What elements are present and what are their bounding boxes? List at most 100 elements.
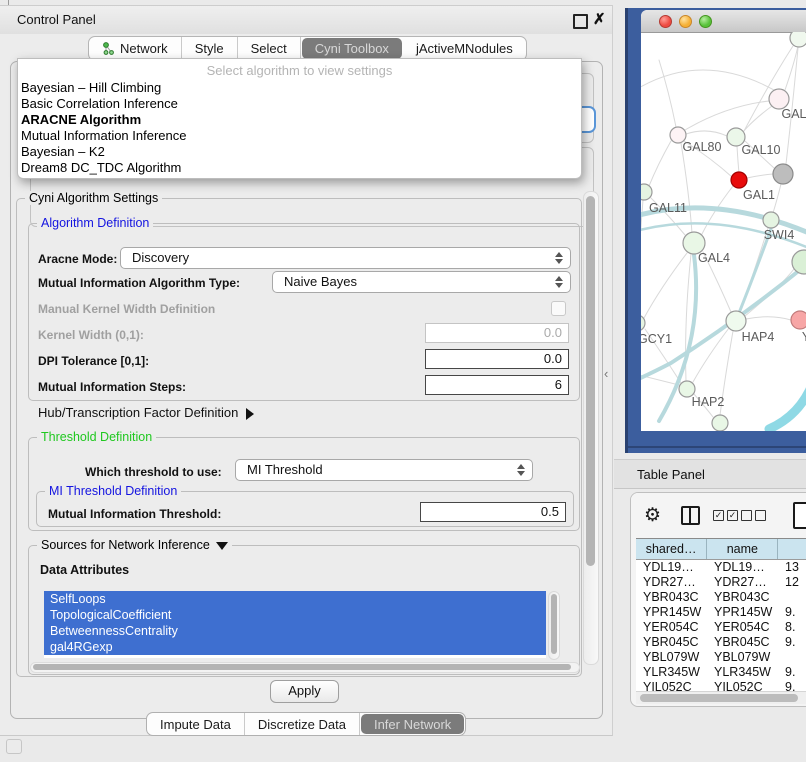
network-node[interactable]	[792, 250, 806, 274]
table-row[interactable]: YDR27…YDR27…12	[636, 575, 806, 590]
sources-title: Sources for Network Inference	[41, 538, 210, 552]
group-title: Cyni Algorithm Settings	[25, 191, 162, 205]
traffic-light-zoom-icon[interactable]	[699, 15, 712, 28]
corner-grip-icon[interactable]	[6, 739, 22, 754]
select-all-icon[interactable]: ✓ ✓	[713, 510, 738, 521]
table-row[interactable]: YLR345WYLR345W9.	[636, 665, 806, 680]
network-edge	[746, 317, 791, 320]
traffic-light-close-icon[interactable]	[659, 15, 672, 28]
table-cell: 9.	[778, 665, 806, 680]
dropdown-item[interactable]: Bayesian – K2	[18, 144, 581, 160]
node-label: GAL11	[649, 201, 687, 215]
tab-label: Cyni Toolbox	[315, 41, 389, 56]
attributes-scrollbar-thumb[interactable]	[551, 594, 557, 654]
column-header[interactable]: shared…	[636, 539, 707, 559]
bottom-tab-discretize-data[interactable]: Discretize Data	[245, 713, 360, 735]
dpi-tolerance-field[interactable]: 0.0	[425, 349, 569, 369]
table-horizontal-scrollbar[interactable]	[636, 691, 806, 704]
table-row[interactable]: YER054CYER054C8.	[636, 620, 806, 635]
node-label: Y	[802, 330, 806, 344]
column-manager-icon[interactable]	[681, 506, 700, 525]
mi-algorithm-type-combo[interactable]: Naive Bayes	[272, 271, 571, 293]
network-node-gal[interactable]	[769, 89, 789, 109]
attribute-list-item[interactable]: SelfLoops	[44, 591, 546, 607]
aracne-mode-value: Discovery	[132, 250, 189, 265]
which-threshold-combo[interactable]: MI Threshold	[235, 459, 533, 481]
node-table: shared…name YDL19…YDL19…13YDR27…YDR27…12…	[636, 538, 806, 695]
mi-type-label: Mutual Information Algorithm Type:	[38, 276, 240, 290]
table-cell: YDL19…	[636, 560, 707, 575]
document-icon[interactable]	[793, 502, 806, 529]
table-row[interactable]: YBR043CYBR043C	[636, 590, 806, 605]
network-node-hap4[interactable]	[726, 311, 746, 331]
network-node[interactable]	[790, 32, 806, 47]
table-row[interactable]: YDL19…YDL19…13	[636, 560, 806, 575]
node-label: GCY1	[641, 332, 672, 346]
dropdown-item[interactable]: Bayesian – Hill Climbing	[18, 80, 581, 96]
network-node-y[interactable]	[791, 311, 806, 329]
network-node[interactable]	[773, 164, 793, 184]
dropdown-item[interactable]: Basic Correlation Inference	[18, 96, 581, 112]
group-title: Threshold Definition	[37, 430, 156, 444]
network-edge	[659, 60, 676, 127]
column-header[interactable]: name	[707, 539, 778, 559]
empty-box-icon	[755, 510, 766, 521]
dropdown-item[interactable]: Dream8 DC_TDC Algorithm	[18, 160, 581, 176]
attributes-hscrollbar-thumb[interactable]	[33, 664, 571, 670]
tab-select[interactable]: Select	[238, 37, 301, 60]
network-node-gal11[interactable]	[641, 184, 652, 200]
panel-divider-collapse-icon[interactable]: ‹	[604, 366, 608, 381]
settings-scrollbar-thumb[interactable]	[586, 196, 595, 566]
frame-bottom-edge	[628, 446, 806, 448]
spinner-arrows-icon	[555, 275, 563, 289]
kernel-width-label: Kernel Width (0,1):	[38, 328, 144, 342]
dropdown-item[interactable]: Mutual Information Inference	[18, 128, 581, 144]
attribute-list-item[interactable]: TopologicalCoefficient	[44, 607, 546, 623]
table-row[interactable]: YPR145WYPR145W9.	[636, 605, 806, 620]
column-header[interactable]	[778, 539, 806, 559]
manual-kernel-label: Manual Kernel Width Definition	[38, 302, 215, 316]
table-toolbar: ⚙ ✓ ✓	[631, 493, 806, 538]
table-row[interactable]: YBR045CYBR045C9.	[636, 635, 806, 650]
network-edge	[681, 143, 692, 233]
aracne-mode-combo[interactable]: Discovery	[120, 247, 571, 269]
network-edge	[743, 106, 772, 132]
table-hscrollbar-thumb[interactable]	[640, 694, 798, 702]
bottom-tab-impute-data[interactable]: Impute Data	[147, 713, 245, 735]
attribute-list-item[interactable]: BetweennessCentrality	[44, 623, 546, 639]
table-cell: YDR27…	[707, 575, 778, 590]
attributes-vertical-scrollbar[interactable]	[548, 591, 560, 660]
sources-toggle[interactable]: Sources for Network Inference	[37, 538, 232, 552]
tab-style[interactable]: Style	[182, 37, 238, 60]
table-cell: YPR145W	[636, 605, 707, 620]
tab-cyni-toolbox[interactable]: Cyni Toolbox	[302, 38, 402, 59]
close-icon[interactable]: ✗	[593, 10, 606, 28]
bottom-tab-infer-network[interactable]: Infer Network	[361, 714, 464, 734]
table-row[interactable]: YBL079WYBL079W	[636, 650, 806, 665]
data-attributes-list[interactable]: SelfLoopsTopologicalCoefficientBetweenne…	[44, 591, 546, 658]
table-cell: YBR043C	[636, 590, 707, 605]
attribute-list-item[interactable]: gal4RGexp	[44, 639, 546, 655]
attributes-horizontal-scrollbar[interactable]	[30, 662, 580, 673]
which-threshold-label: Which threshold to use:	[85, 465, 222, 479]
tab-label: Style	[195, 41, 224, 56]
network-node-gal1[interactable]	[731, 172, 747, 188]
mi-threshold-field[interactable]: 0.5	[420, 502, 566, 522]
gear-icon[interactable]: ⚙	[644, 504, 661, 527]
network-window-titlebar[interactable]	[641, 10, 806, 33]
dropdown-item[interactable]: ARACNE Algorithm	[18, 112, 581, 128]
settings-vertical-scrollbar[interactable]	[583, 191, 599, 665]
node-label: GAL10	[742, 143, 781, 157]
network-edge	[769, 380, 806, 429]
traffic-light-minimize-icon[interactable]	[679, 15, 692, 28]
network-node[interactable]	[712, 415, 728, 431]
tab-network[interactable]: Network	[89, 37, 182, 60]
float-window-icon[interactable]	[573, 14, 588, 29]
network-node-swi4[interactable]	[763, 212, 779, 228]
tab-jactivemnodules[interactable]: jActiveMNodules	[403, 37, 526, 60]
network-canvas[interactable]: GALGAL80GAL10GAL1GAL11SWI4GAL4GCY1HAP4YH…	[641, 32, 806, 431]
mi-steps-field[interactable]: 6	[425, 375, 569, 395]
apply-button[interactable]: Apply	[270, 680, 339, 703]
hub-definition-toggle[interactable]: Hub/Transcription Factor Definition	[38, 405, 254, 420]
deselect-all-icon[interactable]	[741, 510, 766, 521]
